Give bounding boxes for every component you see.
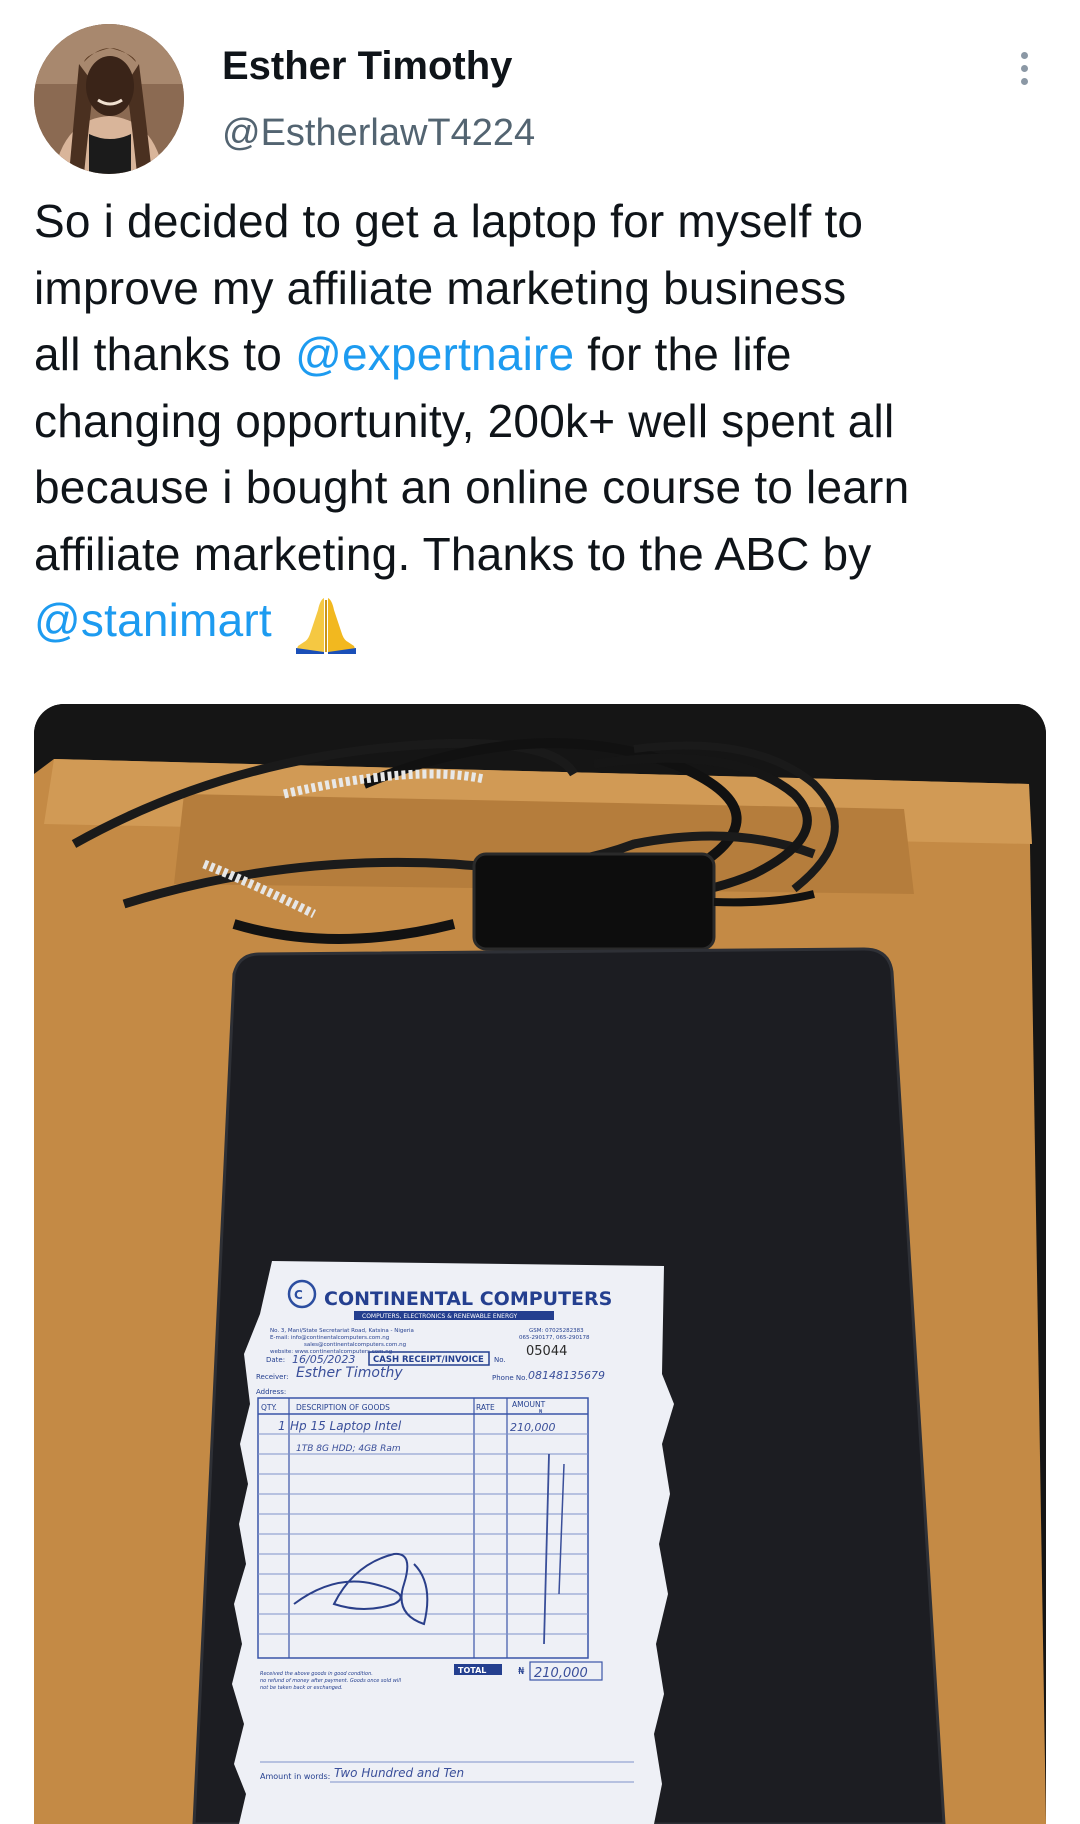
receipt-terms-1: Received the above goods in good conditi… bbox=[260, 1671, 373, 1677]
receipt-col-rate: RATE bbox=[476, 1403, 495, 1412]
receipt-row2-desc: 1TB 8G HDD; 4GB Ram bbox=[296, 1444, 401, 1454]
tweet-text: So i decided to get a laptop for myself … bbox=[34, 188, 1054, 654]
tweet-header: Esther Timothy @EstherlawT4224 bbox=[0, 0, 1080, 180]
tweet-photo[interactable]: C CONTINENTAL COMPUTERS COMPUTERS, ELECT… bbox=[34, 704, 1046, 1824]
tweet-line: improve my affiliate marketing business bbox=[34, 261, 847, 314]
tweet-line: @stanimart bbox=[34, 587, 1054, 654]
more-options-button[interactable] bbox=[1000, 44, 1048, 92]
tweet-text-segment: all thanks to bbox=[34, 328, 296, 380]
receipt-terms-2: no refund of money after payment. Goods … bbox=[260, 1678, 402, 1684]
receipt-number: 05044 bbox=[526, 1344, 567, 1359]
mention-link-expertnaire[interactable]: @expertnaire bbox=[295, 328, 574, 380]
tweet-line: because i bought an online course to lea… bbox=[34, 461, 910, 513]
profile-photo bbox=[34, 24, 184, 174]
receipt-tagline: COMPUTERS, ELECTRONICS & RENEWABLE ENERG… bbox=[362, 1313, 517, 1320]
more-dot-icon bbox=[1020, 77, 1028, 85]
receipt-phone: 08148135679 bbox=[528, 1369, 605, 1382]
receipt-no-label: No. bbox=[494, 1356, 506, 1364]
receipt-row1-desc: Hp 15 Laptop Intel bbox=[290, 1419, 402, 1433]
receipt-total-value: 210,000 bbox=[534, 1666, 588, 1681]
mention-link-stanimart[interactable]: @stanimart bbox=[34, 594, 272, 646]
tweet-line: all thanks to @expertnaire for the life bbox=[34, 321, 1054, 388]
receipt-total-label: TOTAL bbox=[458, 1666, 486, 1675]
receipt-col-amount: AMOUNT bbox=[512, 1400, 546, 1409]
receipt-address: No. 3, Mani/State Secretariat Road, Kats… bbox=[270, 1328, 414, 1334]
display-name[interactable]: Esther Timothy bbox=[222, 44, 512, 89]
more-dot-icon bbox=[1020, 51, 1028, 59]
folded-hands-icon bbox=[295, 597, 356, 654]
avatar[interactable] bbox=[34, 24, 184, 174]
receipt-receiver: Esther Timothy bbox=[296, 1365, 403, 1381]
tweet-text-segment: for the life bbox=[574, 328, 792, 380]
receipt-row1-qty: 1 bbox=[278, 1419, 286, 1433]
receipt-amount-words-label: Amount in words: bbox=[260, 1772, 330, 1781]
receipt-email: E-mail: info@continentalcomputers.com.ng bbox=[270, 1335, 389, 1341]
receipt-col-qty: QTY. bbox=[261, 1403, 277, 1412]
receipt-address-label: Address: bbox=[256, 1388, 286, 1396]
user-handle[interactable]: @EstherlawT4224 bbox=[222, 112, 535, 155]
tweet-line: changing opportunity, 200k+ well spent a… bbox=[34, 394, 895, 447]
more-dot-icon bbox=[1020, 64, 1028, 72]
laptop-receipt-photo: C CONTINENTAL COMPUTERS COMPUTERS, ELECT… bbox=[34, 704, 1046, 1824]
receipt-company: CONTINENTAL COMPUTERS bbox=[324, 1288, 612, 1310]
receipt-email-2: sales@continentalcomputers.com.ng bbox=[304, 1342, 406, 1348]
tweet-line: So i decided to get a laptop for myself … bbox=[34, 195, 864, 247]
receipt-amount-words: Two Hundred and Ten bbox=[334, 1766, 464, 1780]
tweet-line: affiliate marketing. Thanks to the ABC b… bbox=[34, 527, 872, 580]
receipt-doc-type: CASH RECEIPT/INVOICE bbox=[373, 1355, 484, 1365]
receipt-total-currency: ₦ bbox=[518, 1666, 525, 1677]
receipt-phone-label: Phone No. bbox=[492, 1374, 528, 1382]
svg-text:C: C bbox=[294, 1288, 303, 1302]
receipt-row1-amount: 210,000 bbox=[510, 1421, 556, 1434]
receipt-date-label: Date: bbox=[266, 1356, 285, 1364]
receipt-receiver-label: Receiver: bbox=[256, 1373, 289, 1381]
receipt-gsm-2: 065-290177, 065-290178 bbox=[519, 1335, 590, 1341]
receipt-gsm: GSM: 07025282383 bbox=[529, 1328, 584, 1334]
receipt-col-desc: DESCRIPTION OF GOODS bbox=[296, 1403, 390, 1412]
receipt-terms-3: not be taken back or exchanged. bbox=[260, 1685, 343, 1691]
